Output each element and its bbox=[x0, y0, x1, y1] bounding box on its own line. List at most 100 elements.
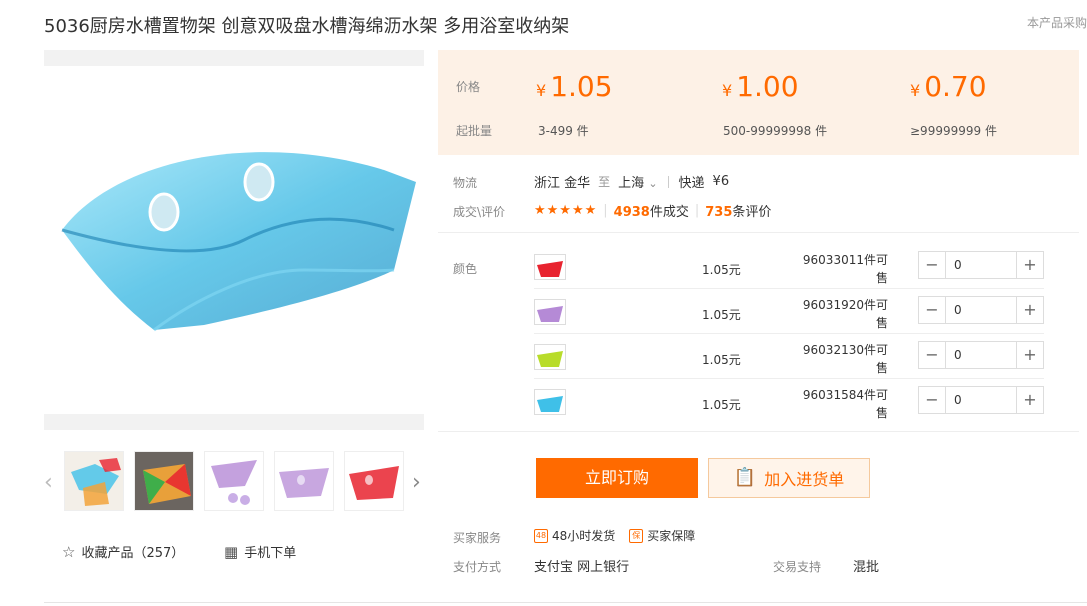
divider-line bbox=[438, 232, 1079, 233]
swatch-image bbox=[537, 351, 563, 367]
variant-row: 1.05元 96031584件可售 − + bbox=[534, 386, 1044, 430]
service-label: 48小时发货 bbox=[552, 529, 616, 543]
divider-line bbox=[438, 431, 1079, 432]
currency-symbol: ¥ bbox=[536, 81, 547, 100]
review-count: 735 bbox=[705, 205, 733, 220]
quantity-stepper: − + bbox=[918, 341, 1044, 369]
variant-swatch[interactable] bbox=[534, 344, 566, 370]
stock-line: 售 bbox=[875, 406, 888, 420]
stock-line: 96031920件可 bbox=[802, 298, 888, 312]
payment-methods: 支付宝 网上银行 bbox=[534, 560, 630, 575]
price-value: 1.05 bbox=[550, 70, 613, 103]
trade-support-label: 交易支持 bbox=[773, 560, 822, 574]
service-item[interactable]: 48 48小时发货 bbox=[534, 527, 615, 544]
destination-select[interactable]: 上海 ⌄ bbox=[618, 172, 657, 191]
quantity-input[interactable] bbox=[946, 342, 1016, 368]
thumbnail-2[interactable] bbox=[134, 451, 194, 511]
price-value: 1.00 bbox=[736, 70, 799, 103]
variant-divider bbox=[534, 288, 1044, 289]
service-item[interactable]: 保买家保障 bbox=[629, 527, 695, 544]
clipboard-icon: 📋 bbox=[733, 467, 757, 488]
services-label: 买家服务 bbox=[453, 531, 502, 545]
mobile-order-label: 手机下单 bbox=[244, 546, 297, 561]
sink-rack-illustration bbox=[61, 152, 416, 332]
chevron-right-icon[interactable]: › bbox=[412, 470, 421, 495]
review-link[interactable]: 735条评价 bbox=[705, 201, 771, 220]
sold-link[interactable]: 4938件成交 bbox=[614, 201, 689, 220]
variant-swatch[interactable] bbox=[534, 299, 566, 325]
moq-label: 起批量 bbox=[456, 124, 493, 138]
main-product-image[interactable] bbox=[44, 50, 424, 430]
express-label: 快递 bbox=[678, 176, 705, 191]
thumbnail-image bbox=[275, 452, 333, 510]
rating-stars: ★★★★★ bbox=[534, 203, 598, 218]
plus-button[interactable]: + bbox=[1016, 342, 1043, 368]
divider: | bbox=[603, 203, 608, 218]
divider bbox=[667, 175, 669, 188]
stock-line: 售 bbox=[875, 271, 888, 285]
ship-from: 浙江 金华 bbox=[534, 176, 591, 191]
image-band-top bbox=[44, 50, 424, 66]
variant-divider bbox=[534, 333, 1044, 334]
plus-button[interactable]: + bbox=[1016, 252, 1043, 278]
thumbnail-strip: ‹ › bbox=[44, 446, 434, 516]
add-to-purchase-list-button[interactable]: 📋 加入进货单 bbox=[708, 458, 870, 498]
favorite-label: 收藏产品（257） bbox=[81, 546, 185, 561]
plus-button[interactable]: + bbox=[1016, 297, 1043, 323]
currency-symbol: ¥ bbox=[910, 81, 921, 100]
procurement-note[interactable]: 本产品采购 bbox=[1027, 14, 1087, 31]
quantity-input[interactable] bbox=[946, 387, 1016, 413]
thumbnail-4[interactable] bbox=[274, 451, 334, 511]
bottom-divider bbox=[44, 602, 1087, 603]
variant-stock: 96031584件可售 bbox=[796, 386, 888, 422]
variant-price: 1.05元 bbox=[702, 308, 741, 322]
thumbnail-1[interactable] bbox=[64, 451, 124, 511]
variant-swatch[interactable] bbox=[534, 389, 566, 415]
shield-icon: 保 bbox=[629, 528, 644, 543]
chevron-left-icon[interactable]: ‹ bbox=[44, 470, 53, 495]
deals-label: 成交\评价 bbox=[453, 205, 506, 219]
stock-line: 96033011件可 bbox=[802, 253, 888, 267]
logistics-info: 浙江 金华 至 上海 ⌄ 快递 ¥6 bbox=[534, 172, 729, 191]
sold-count: 4938 bbox=[613, 205, 650, 220]
variant-stock: 96031920件可售 bbox=[796, 296, 888, 332]
minus-button[interactable]: − bbox=[919, 252, 946, 278]
add-cart-label: 加入进货单 bbox=[764, 470, 845, 489]
rating-info: ★★★★★ | 4938件成交 | 735条评价 bbox=[534, 201, 771, 220]
price-tier-1: ¥1.05 bbox=[536, 70, 613, 103]
swatch-image bbox=[537, 396, 563, 412]
price-tier-3: ¥0.70 bbox=[910, 70, 987, 103]
variant-swatch[interactable] bbox=[534, 254, 566, 280]
minus-button[interactable]: − bbox=[919, 387, 946, 413]
quantity-stepper: − + bbox=[918, 296, 1044, 324]
buy-now-button[interactable]: 立即订购 bbox=[536, 458, 698, 498]
favorite-button[interactable]: ☆ 收藏产品（257） bbox=[62, 542, 185, 562]
mobile-order-button[interactable]: ▦ 手机下单 bbox=[224, 542, 297, 562]
thumbnail-image bbox=[205, 452, 263, 510]
thumbnail-3[interactable] bbox=[204, 451, 264, 511]
minus-button[interactable]: − bbox=[919, 342, 946, 368]
review-suffix: 条评价 bbox=[732, 205, 772, 220]
price-box: 价格 起批量 ¥1.05 ¥1.00 ¥0.70 3-499 件 500-999… bbox=[438, 50, 1079, 155]
divider: | bbox=[694, 203, 700, 218]
image-band-bottom bbox=[44, 414, 424, 430]
qty-tier-2: 500-99999998 件 bbox=[723, 124, 828, 138]
star-outline-icon: ☆ bbox=[62, 542, 76, 561]
quantity-input[interactable] bbox=[946, 297, 1016, 323]
logistics-label: 物流 bbox=[453, 176, 478, 190]
payment-label: 支付方式 bbox=[453, 560, 502, 574]
quantity-input[interactable] bbox=[946, 252, 1016, 278]
price-value: 0.70 bbox=[924, 70, 987, 103]
thumbnail-5[interactable] bbox=[344, 451, 404, 511]
variant-price: 1.05元 bbox=[702, 398, 741, 412]
qr-code-icon: ▦ bbox=[224, 542, 239, 561]
variant-stock: 96032130件可售 bbox=[796, 341, 888, 377]
currency-symbol: ¥ bbox=[722, 81, 733, 100]
sold-suffix: 件成交 bbox=[649, 205, 689, 220]
minus-button[interactable]: − bbox=[919, 297, 946, 323]
variant-stock: 96033011件可售 bbox=[796, 251, 888, 287]
stock-line: 96031584件可 bbox=[802, 388, 888, 402]
stock-line: 售 bbox=[875, 361, 888, 375]
chevron-down-icon: ⌄ bbox=[648, 177, 658, 190]
plus-button[interactable]: + bbox=[1016, 387, 1043, 413]
